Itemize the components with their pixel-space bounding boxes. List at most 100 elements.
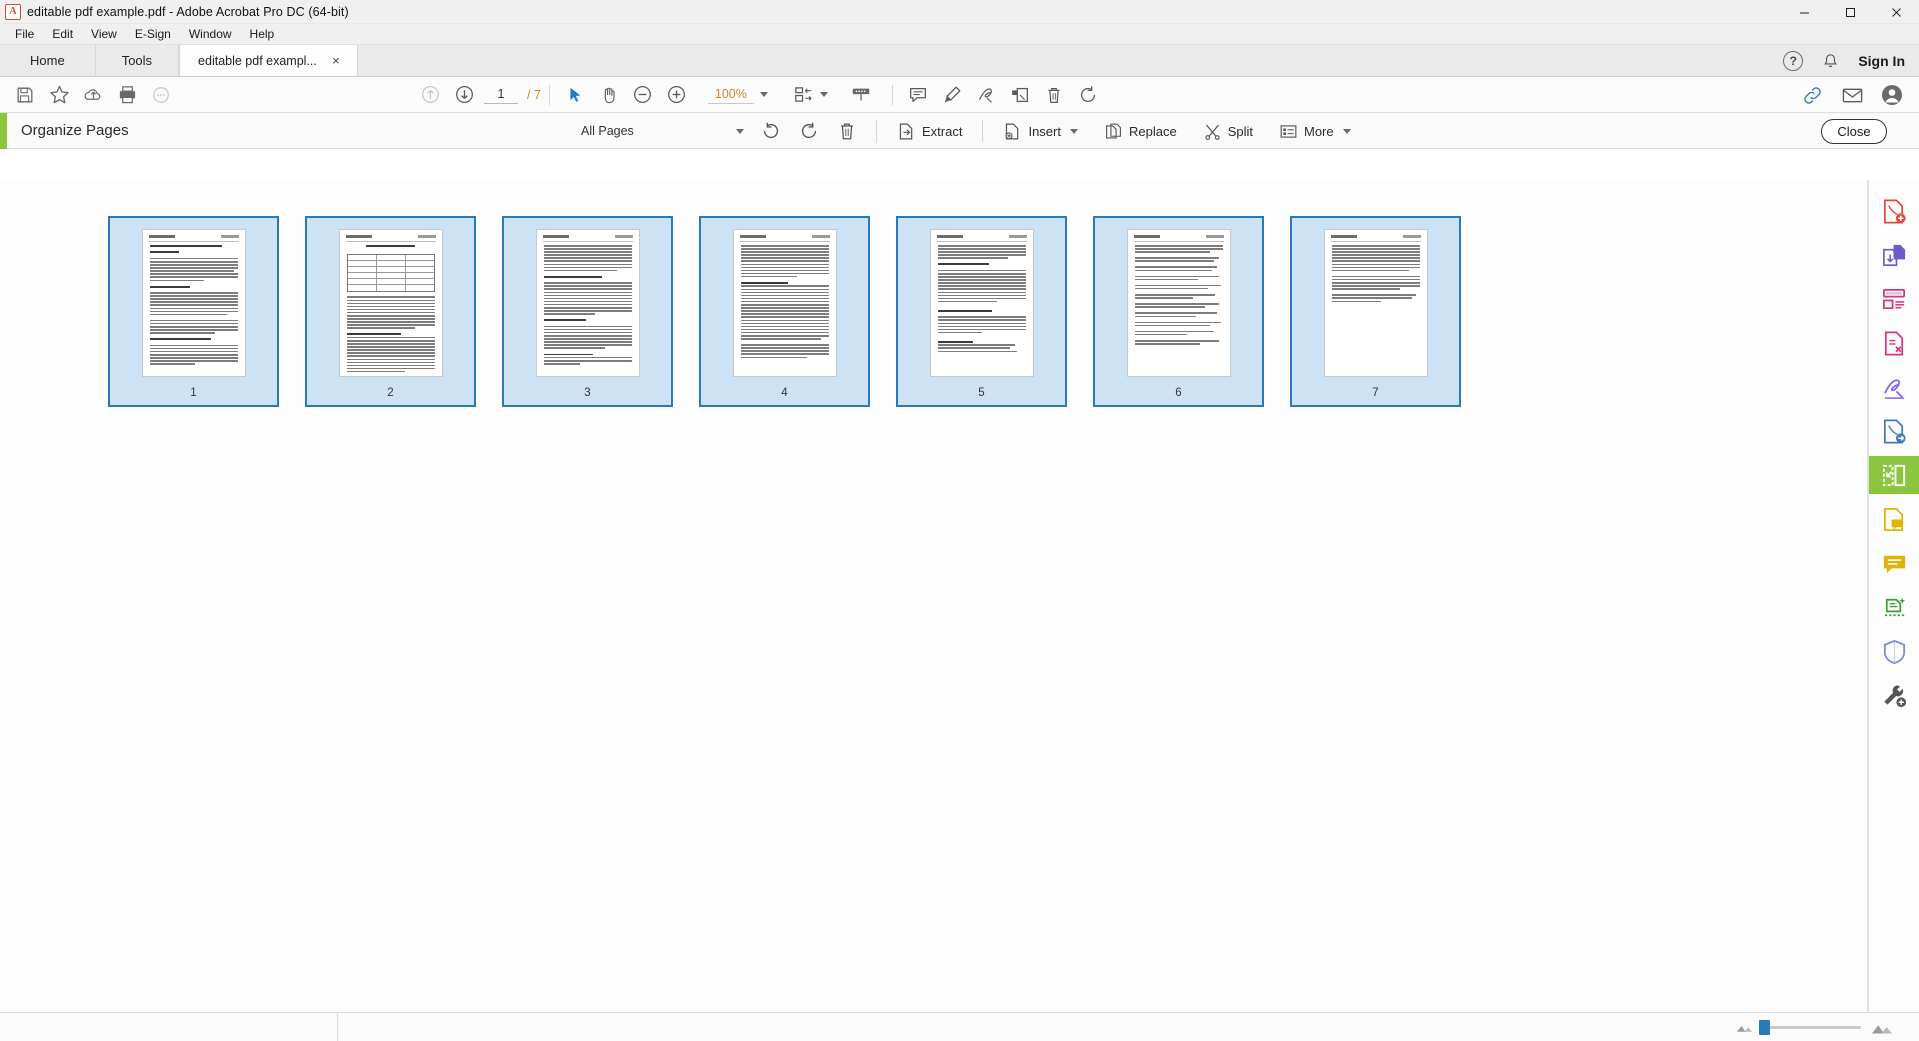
prev-page-icon[interactable]	[413, 80, 447, 110]
fill-and-sign-tool[interactable]	[1869, 368, 1919, 406]
zoom-level-control[interactable]: 100%	[707, 85, 768, 104]
more-tools-tool[interactable]	[1869, 676, 1919, 714]
page-thumbnail[interactable]: . 1	[108, 216, 279, 407]
tab-document[interactable]: editable pdf exampl... ×	[179, 45, 358, 76]
cloud-upload-icon[interactable]	[76, 80, 110, 110]
help-icon[interactable]: ?	[1783, 51, 1804, 71]
rotate-counterclockwise-icon[interactable]	[752, 116, 790, 146]
slider-handle[interactable]	[1759, 1019, 1770, 1035]
menu-bar: File Edit View E-Sign Window Help	[0, 24, 1919, 45]
zoom-in-icon[interactable]	[660, 80, 694, 110]
page-display-icon[interactable]	[844, 80, 878, 110]
insert-button[interactable]: Insert	[993, 116, 1088, 146]
chevron-down-icon	[736, 128, 744, 134]
menu-view[interactable]: View	[82, 25, 126, 43]
close-icon[interactable]: ×	[329, 53, 343, 68]
tab-bar: Home Tools editable pdf exampl... × ? Si…	[0, 45, 1919, 77]
small-mountain-icon[interactable]	[1736, 1021, 1753, 1033]
organize-pages-title: Organize Pages	[21, 122, 129, 139]
thumbnail-size-slider[interactable]	[1759, 1019, 1861, 1035]
cursor-select-icon[interactable]	[558, 80, 592, 110]
menu-esign[interactable]: E-Sign	[126, 25, 180, 43]
thumbnail-grid: . 1 . 2 . 3 . 4 . 5 . 6 . 7	[0, 180, 1867, 407]
delete-pages-icon[interactable]	[828, 116, 866, 146]
replace-button[interactable]: Replace	[1094, 116, 1187, 146]
page-thumbnail[interactable]: . 6	[1093, 216, 1264, 407]
bell-icon[interactable]	[1821, 52, 1840, 71]
extract-button[interactable]: Extract	[887, 116, 972, 146]
menu-help[interactable]: Help	[241, 25, 284, 43]
rotate-clockwise-icon[interactable]	[790, 116, 828, 146]
organize-actions-group: All Pages Extract Insert Replace Split M…	[577, 113, 1361, 149]
print-icon[interactable]	[110, 80, 144, 110]
extract-icon	[899, 123, 913, 139]
page-thumbnail[interactable]: . 2	[305, 216, 476, 407]
organize-pages-tool[interactable]	[1868, 456, 1919, 494]
chevron-down-icon	[1342, 128, 1351, 134]
status-bar	[0, 1012, 1919, 1041]
split-scissors-icon	[1205, 124, 1220, 140]
combine-files-tool[interactable]	[1869, 236, 1919, 274]
page-number-label: 2	[387, 387, 394, 399]
page-thumbnail[interactable]: . 5	[896, 216, 1067, 407]
large-mountain-icon[interactable]	[1871, 1020, 1893, 1035]
comment-icon[interactable]	[901, 80, 935, 110]
chevron-down-icon	[1069, 128, 1078, 134]
split-button[interactable]: Split	[1193, 116, 1263, 146]
page-preview: .	[732, 229, 837, 377]
page-number-label: 3	[584, 387, 591, 399]
tool-accent-bar	[0, 112, 7, 149]
add-stamp-icon[interactable]	[1003, 80, 1037, 110]
next-page-icon[interactable]	[447, 80, 481, 110]
more-list-icon	[1280, 124, 1297, 138]
zoom-out-icon[interactable]	[626, 80, 660, 110]
page-thumbnail[interactable]: . 4	[699, 216, 870, 407]
chevron-down-icon	[819, 92, 828, 97]
highlight-pen-icon[interactable]	[935, 80, 969, 110]
minimize-button[interactable]	[1781, 0, 1827, 24]
menu-file[interactable]: File	[6, 25, 43, 43]
window-title: editable pdf example.pdf - Adobe Acrobat…	[27, 4, 349, 19]
hand-tool-icon[interactable]	[592, 80, 626, 110]
more-button[interactable]: More	[1269, 116, 1361, 146]
page-thumbnail[interactable]: . 3	[502, 216, 673, 407]
page-number-input[interactable]: 1	[484, 85, 518, 104]
replace-label: Replace	[1128, 123, 1177, 139]
menu-window[interactable]: Window	[180, 25, 241, 43]
close-organize-pages-button[interactable]: Close	[1821, 119, 1887, 144]
fit-width-icon[interactable]	[786, 80, 820, 110]
edit-pdf-tool[interactable]	[1869, 280, 1919, 318]
sign-in-button[interactable]: Sign In	[1858, 53, 1905, 69]
create-pdf-tool[interactable]	[1869, 192, 1919, 230]
fit-width-control[interactable]	[786, 80, 828, 110]
scan-and-ocr-tool[interactable]	[1869, 588, 1919, 626]
account-avatar-icon[interactable]	[1875, 80, 1909, 110]
insert-label: Insert	[1028, 123, 1061, 139]
star-icon[interactable]	[42, 80, 76, 110]
page-thumbnail[interactable]: . 7	[1290, 216, 1461, 407]
close-window-button[interactable]	[1873, 0, 1919, 24]
protect-tool[interactable]	[1869, 632, 1919, 670]
draw-freehand-icon[interactable]	[969, 80, 1003, 110]
page-preview: .	[1323, 229, 1428, 377]
add-comment-tool[interactable]	[1869, 544, 1919, 582]
menu-edit[interactable]: Edit	[43, 25, 82, 43]
share-link-icon[interactable]	[1795, 80, 1829, 110]
save-icon[interactable]	[8, 80, 42, 110]
trash-icon[interactable]	[1037, 80, 1071, 110]
more-label: More	[1303, 123, 1334, 139]
replace-icon	[1106, 123, 1121, 139]
rotate-icon[interactable]	[1071, 80, 1105, 110]
page-range-dropdown[interactable]: All Pages	[577, 119, 752, 143]
tab-tools[interactable]: Tools	[96, 45, 180, 76]
email-icon[interactable]	[1835, 80, 1869, 110]
export-pdf-tool[interactable]	[1869, 324, 1919, 362]
zoom-level-value: 100%	[707, 85, 754, 104]
page-range-value: All Pages	[581, 124, 634, 138]
tab-home[interactable]: Home	[0, 45, 96, 76]
maximize-button[interactable]	[1827, 0, 1873, 24]
create-pdf-blue-tool[interactable]	[1869, 412, 1919, 450]
more-options-icon[interactable]	[144, 80, 178, 110]
comment-note-tool[interactable]	[1869, 500, 1919, 538]
main-toolbar: 1 / 7 100%	[0, 77, 1919, 113]
